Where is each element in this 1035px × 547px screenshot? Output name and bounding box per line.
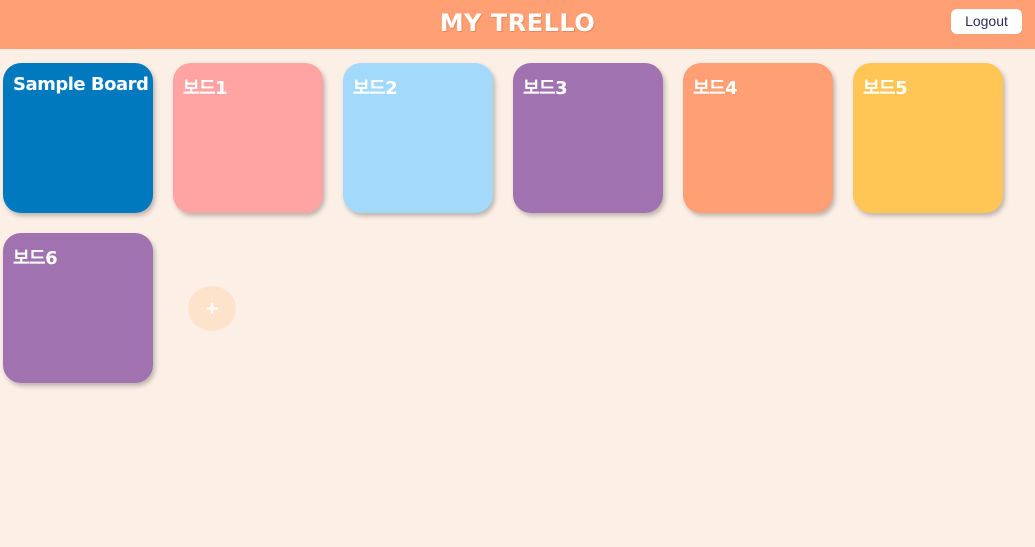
app-header: MY TRELLO Logout <box>0 0 1035 49</box>
board-card-5[interactable]: 보드5 <box>853 63 1003 213</box>
board-name: 보드6 <box>13 248 58 269</box>
logout-button[interactable]: Logout <box>951 9 1022 34</box>
board-name: 보드4 <box>693 78 738 99</box>
plus-icon: + <box>204 298 220 319</box>
board-name: 보드5 <box>863 78 908 99</box>
board-card-6[interactable]: 보드6 <box>3 233 153 383</box>
board-name: 보드2 <box>353 78 398 99</box>
board-name: 보드3 <box>523 78 568 99</box>
board-name: 보드1 <box>183 78 228 99</box>
board-card-sample-board[interactable]: Sample Board <box>3 63 153 213</box>
board-name: Sample Board <box>13 74 149 95</box>
board-card-4[interactable]: 보드4 <box>683 63 833 213</box>
board-card-2[interactable]: 보드2 <box>343 63 493 213</box>
board-card-1[interactable]: 보드1 <box>173 63 323 213</box>
app-title: MY TRELLO <box>439 9 596 37</box>
board-card-3[interactable]: 보드3 <box>513 63 663 213</box>
add-board-button[interactable]: + <box>188 286 236 331</box>
